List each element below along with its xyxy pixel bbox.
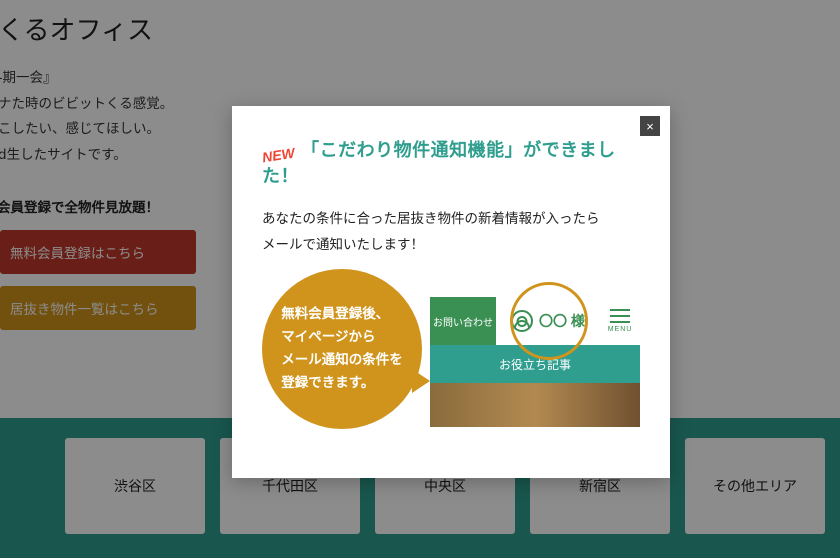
speech-bubble: 無料会員登録後、 マイページから メール通知の条件を 登録できます。 [262, 269, 422, 429]
modal-headline-row: NEW 「こだわり物件通知機能」ができました！ [262, 136, 640, 188]
modal-headline: 「こだわり物件通知機能」ができました！ [262, 140, 616, 186]
modal-illustration: 無料会員登録後、 マイページから メール通知の条件を 登録できます。 お問い合わ… [262, 275, 640, 475]
feature-modal: × NEW 「こだわり物件通知機能」ができました！ あなたの条件に合った居抜き物… [232, 106, 670, 478]
mini-user-label: 〇〇 様 [539, 311, 585, 331]
modal-body: NEW 「こだわり物件通知機能」ができました！ あなたの条件に合った居抜き物件の… [232, 106, 670, 491]
mini-nav-bar: お役立ち記事 [430, 345, 640, 383]
mini-photo-strip [430, 383, 640, 427]
mini-ui-preview: お問い合わせ 〇〇 様 MENU お役立ち記事 [430, 297, 640, 427]
page-root: くるオフィス -期一会』 ナた時のビビットくる感覚。 こしたい、感じてほしい。 … [0, 0, 840, 558]
user-icon [511, 310, 533, 332]
mini-menu-label: MENU [608, 326, 633, 333]
close-button[interactable]: × [640, 116, 660, 136]
mini-user-area: 〇〇 様 [496, 297, 600, 345]
modal-subtext: あなたの条件に合った居抜き物件の新着情報が入ったら メールで通知いたします！ [262, 206, 640, 257]
speech-text: 無料会員登録後、 マイページから メール通知の条件を 登録できます。 [281, 303, 403, 395]
hamburger-icon [610, 309, 630, 323]
modal-sub-line1: あなたの条件に合った居抜き物件の新着情報が入ったら [262, 211, 600, 226]
mini-menu-button: MENU [600, 297, 640, 345]
new-badge: NEW [261, 145, 296, 166]
modal-sub-line2: メールで通知いたします！ [262, 237, 424, 252]
mini-topbar: お問い合わせ 〇〇 様 MENU [430, 297, 640, 345]
close-icon: × [646, 119, 654, 134]
mini-contact-button: お問い合わせ [430, 297, 496, 345]
